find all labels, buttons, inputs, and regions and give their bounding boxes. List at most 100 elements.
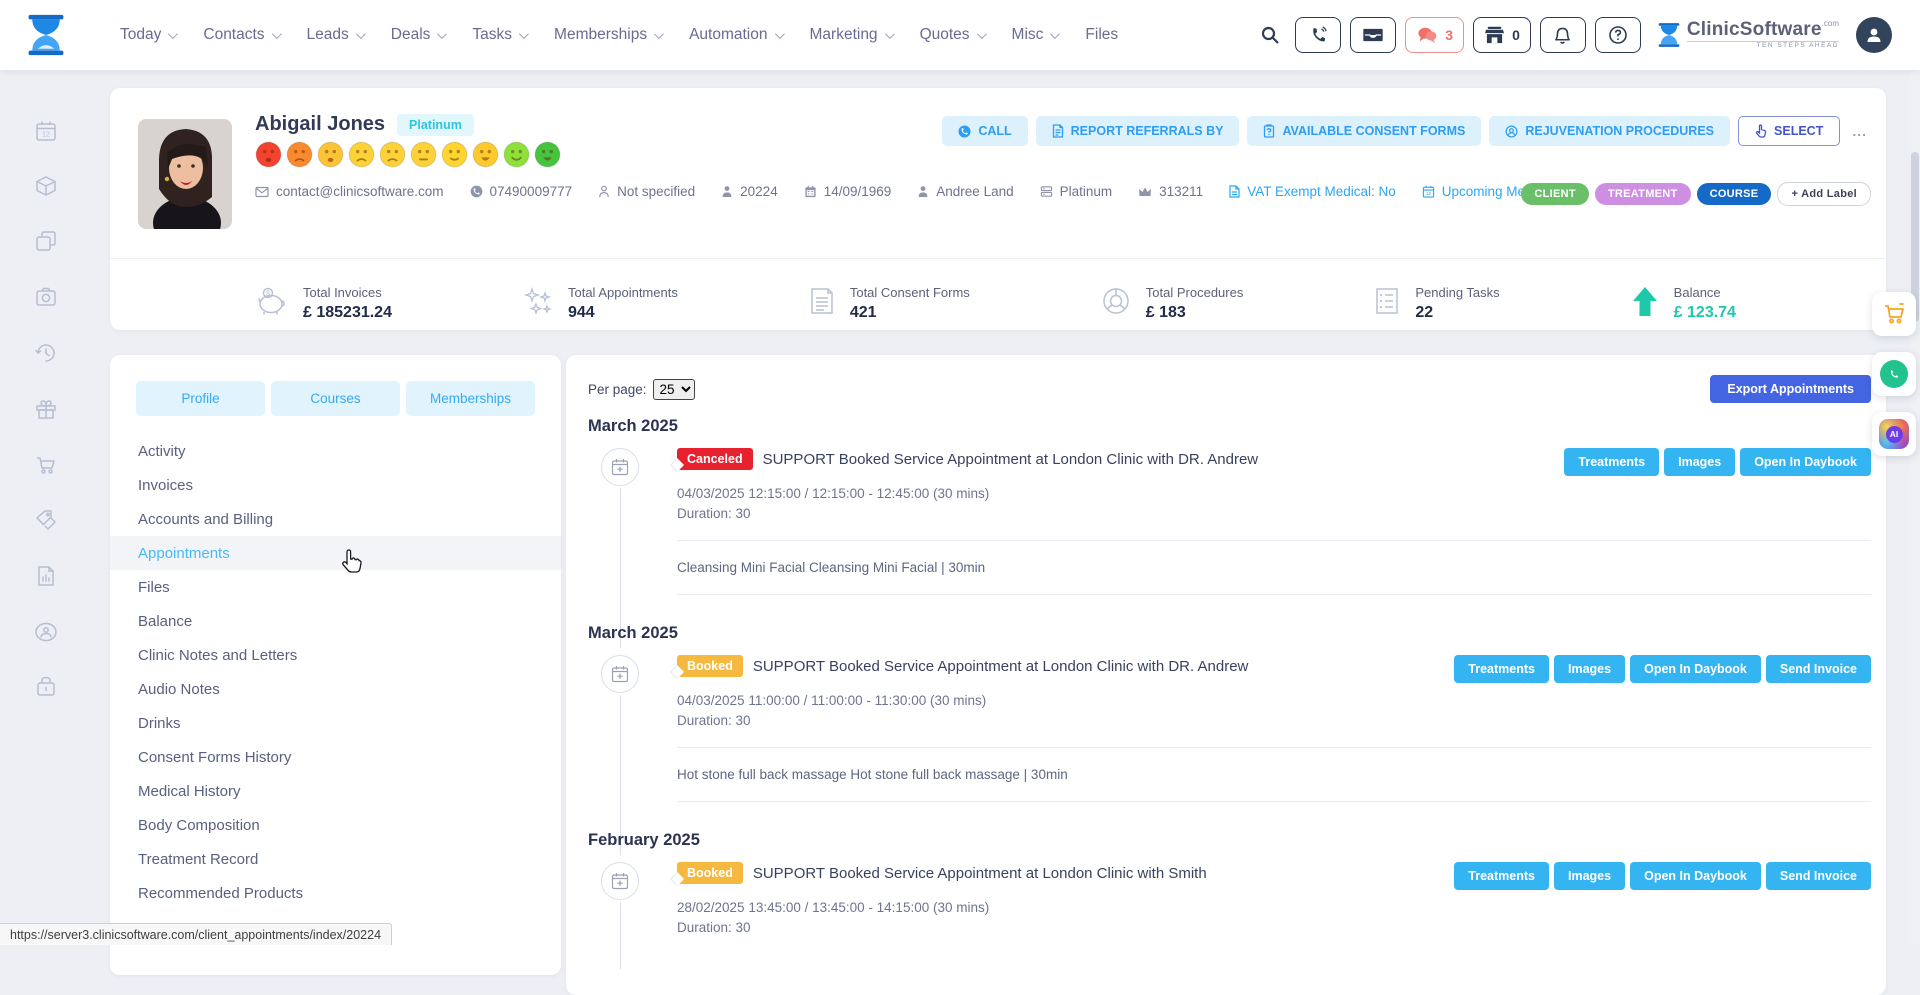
notifications-button[interactable]: [1540, 17, 1586, 53]
gift-rail-icon[interactable]: [34, 397, 58, 421]
report-label: REPORT REFERRALS BY: [1071, 124, 1224, 138]
select-label: SELECT: [1774, 124, 1823, 138]
open-in-daybook-button[interactable]: Open In Daybook: [1630, 862, 1761, 890]
mood-face[interactable]: [286, 141, 313, 168]
brand-hourglass-icon: [1656, 20, 1682, 50]
package-rail-icon[interactable]: [34, 174, 58, 198]
report-rail-icon[interactable]: [34, 564, 58, 588]
app-logo[interactable]: [0, 12, 92, 58]
sidebar-item-files[interactable]: Files: [110, 570, 561, 604]
nav-item-marketing[interactable]: Marketing: [810, 26, 892, 44]
sidebar-item-accounts-and-billing[interactable]: Accounts and Billing: [110, 502, 561, 536]
send-invoice-button[interactable]: Send Invoice: [1766, 862, 1871, 890]
images-button[interactable]: Images: [1554, 655, 1625, 683]
sidebar-item-body-composition[interactable]: Body Composition: [110, 808, 561, 842]
client-id-chip: 20224: [721, 184, 778, 199]
tab-courses[interactable]: Courses: [271, 381, 400, 416]
select-button[interactable]: SELECT: [1738, 116, 1840, 146]
nav-item-files[interactable]: Files: [1085, 26, 1118, 44]
images-button[interactable]: Images: [1554, 862, 1625, 890]
sidebar-item-medical-history[interactable]: Medical History: [110, 774, 561, 808]
mood-face[interactable]: [410, 141, 437, 168]
stat-balance: Balance £ 123.74: [1630, 285, 1736, 322]
sidebar-item-recommended-products[interactable]: Recommended Products: [110, 876, 561, 910]
support-rail-icon[interactable]: [34, 620, 58, 644]
open-in-daybook-button[interactable]: Open In Daybook: [1630, 655, 1761, 683]
calendar-rail-icon[interactable]: 12: [34, 119, 58, 143]
inbox-button[interactable]: [1350, 17, 1396, 53]
mood-face[interactable]: [472, 141, 499, 168]
tab-profile[interactable]: Profile: [136, 381, 265, 416]
search-icon[interactable]: [1260, 25, 1280, 45]
sidebar-item-appointments[interactable]: Appointments: [110, 536, 561, 570]
sidebar-item-invoices[interactable]: Invoices: [110, 468, 561, 502]
per-page-select[interactable]: 25: [653, 379, 695, 400]
stat-label: Total Consent Forms: [850, 285, 970, 300]
mood-face[interactable]: [534, 141, 561, 168]
report-referrals-button[interactable]: REPORT REFERRALS BY: [1036, 116, 1240, 146]
appointment-duration: Duration: 30: [677, 506, 1871, 521]
chevron-down-icon: [437, 29, 447, 39]
copy-rail-icon[interactable]: [34, 229, 58, 253]
person-icon: [917, 185, 929, 198]
call-button[interactable]: CALL: [942, 116, 1027, 146]
nav-item-quotes[interactable]: Quotes: [920, 26, 984, 44]
treatments-button[interactable]: Treatments: [1564, 448, 1659, 476]
vat-exempt-link[interactable]: VAT Exempt Medical: No: [1229, 184, 1396, 199]
treatments-button[interactable]: Treatments: [1454, 655, 1549, 683]
open-in-daybook-button[interactable]: Open In Daybook: [1740, 448, 1871, 476]
mood-face[interactable]: [255, 141, 282, 168]
lock-rail-icon[interactable]: [34, 674, 58, 698]
mood-face[interactable]: [317, 141, 344, 168]
nav-label: Quotes: [920, 26, 970, 44]
nav-item-leads[interactable]: Leads: [307, 26, 363, 44]
treatments-button[interactable]: Treatments: [1454, 862, 1549, 890]
sidebar-item-consent-forms-history[interactable]: Consent Forms History: [110, 740, 561, 774]
nav-item-tasks[interactable]: Tasks: [472, 26, 526, 44]
mood-face[interactable]: [503, 141, 530, 168]
chevron-down-icon: [977, 29, 987, 39]
sidebar-item-activity[interactable]: Activity: [110, 434, 561, 468]
sidebar-item-drinks[interactable]: Drinks: [110, 706, 561, 740]
more-actions-button[interactable]: ...: [1848, 123, 1871, 139]
label-pill-course[interactable]: COURSE: [1697, 183, 1772, 205]
add-label-button[interactable]: + Add Label: [1777, 182, 1871, 206]
images-button[interactable]: Images: [1664, 448, 1735, 476]
sidebar-item-treatment-record[interactable]: Treatment Record: [110, 842, 561, 876]
nav-item-misc[interactable]: Misc: [1012, 26, 1058, 44]
scrollbar-track[interactable]: [1910, 70, 1920, 945]
floating-ai-button[interactable]: AI: [1872, 412, 1916, 456]
mood-face[interactable]: [348, 141, 375, 168]
camera-rail-icon[interactable]: [34, 285, 58, 309]
nav-item-contacts[interactable]: Contacts: [203, 26, 278, 44]
user-icon: [1864, 25, 1884, 45]
sidebar-item-clinic-notes-and-letters[interactable]: Clinic Notes and Letters: [110, 638, 561, 672]
sidebar-item-audio-notes[interactable]: Audio Notes: [110, 672, 561, 706]
help-button[interactable]: [1595, 17, 1641, 53]
nav-item-deals[interactable]: Deals: [391, 26, 445, 44]
floating-whatsapp-button[interactable]: [1872, 352, 1916, 396]
status-badge: Canceled: [677, 448, 753, 470]
nav-item-automation[interactable]: Automation: [689, 26, 781, 44]
history-rail-icon[interactable]: [34, 341, 58, 365]
cart-rail-icon[interactable]: [34, 453, 58, 477]
tags-rail-icon[interactable]: [34, 508, 58, 532]
floating-cart-button[interactable]: [1872, 292, 1916, 336]
phone-button[interactable]: [1295, 17, 1341, 53]
mood-face[interactable]: [379, 141, 406, 168]
export-appointments-button[interactable]: Export Appointments: [1710, 375, 1871, 403]
brand-name: ClinicSoftware: [1687, 19, 1822, 40]
tab-memberships[interactable]: Memberships: [406, 381, 535, 416]
chat-button[interactable]: 3: [1405, 17, 1464, 53]
label-pill-client[interactable]: CLIENT: [1521, 183, 1589, 205]
mood-face[interactable]: [441, 141, 468, 168]
consent-forms-button[interactable]: AVAILABLE CONSENT FORMS: [1247, 116, 1481, 146]
nav-item-today[interactable]: Today: [120, 26, 175, 44]
nav-item-memberships[interactable]: Memberships: [554, 26, 661, 44]
rejuvenation-button[interactable]: REJUVENATION PROCEDURES: [1489, 116, 1730, 146]
send-invoice-button[interactable]: Send Invoice: [1766, 655, 1871, 683]
sidebar-item-balance[interactable]: Balance: [110, 604, 561, 638]
label-pill-treatment[interactable]: TREATMENT: [1595, 183, 1691, 205]
store-button[interactable]: 0: [1473, 17, 1531, 53]
user-avatar[interactable]: [1856, 17, 1892, 53]
